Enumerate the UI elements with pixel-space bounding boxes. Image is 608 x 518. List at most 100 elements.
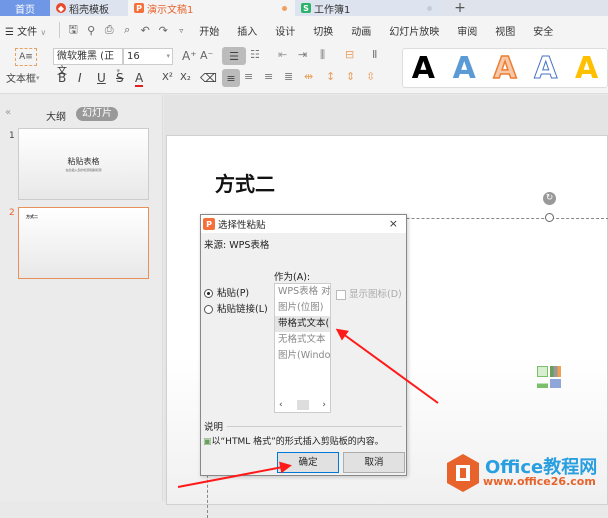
slide-title[interactable]: 方式二 <box>215 168 275 197</box>
align-center-icon[interactable]: ≡ <box>244 70 253 83</box>
tab-workbook[interactable]: S 工作簿1 <box>295 0 440 16</box>
decrease-font-icon[interactable]: A⁻ <box>200 49 213 62</box>
superscript-icon: X² <box>162 72 173 83</box>
content-placeholder-icons <box>537 366 561 388</box>
text-orientation-icon[interactable]: Ⅱ <box>372 48 377 61</box>
wordart-style-3[interactable]: A <box>493 50 518 87</box>
wordart-style-4[interactable]: A <box>534 50 558 86</box>
wordart-style-1[interactable]: A <box>412 51 435 86</box>
slide-thumbnail-2[interactable]: 方式二 <box>18 207 149 279</box>
strikethrough-button[interactable]: S <box>116 71 124 85</box>
menu-review[interactable]: 审阅 <box>448 23 486 38</box>
dialog-titlebar[interactable]: P 选择性粘贴 × <box>201 215 406 233</box>
file-menu[interactable]: ☰ 文件 ∨ <box>0 23 55 38</box>
divider <box>59 22 61 38</box>
menu-design[interactable]: 设计 <box>266 23 304 38</box>
tab-outline[interactable]: 大纲 <box>46 108 66 123</box>
numbered-list-icon[interactable]: ☷ <box>250 48 260 61</box>
paste-as-label: 作为(A): <box>274 272 311 283</box>
subscript-button[interactable]: X₂ <box>180 72 191 83</box>
menu-bar: ☰ 文件 ∨ 🖫 ⚲ ⎙ ⌕ ↶ ↷ ▿ 开始 插入 设计 切换 动画 幻灯片放… <box>0 16 608 44</box>
new-tab-button[interactable]: + <box>440 0 480 16</box>
resize-handle[interactable] <box>545 213 554 222</box>
radio-button[interactable] <box>204 305 213 314</box>
tab-docer[interactable]: ◆ 稻壳模板 <box>50 0 128 16</box>
collapse-panel-icon[interactable]: « <box>5 107 11 118</box>
menu-home[interactable]: 开始 <box>190 23 228 38</box>
tab-presentation[interactable]: P 演示文稿1 <box>128 0 295 16</box>
list-item[interactable]: WPS表格 对 <box>275 284 330 300</box>
bold-button[interactable]: B <box>58 71 66 85</box>
horizontal-scrollbar[interactable]: ‹ › <box>275 398 330 412</box>
customize-quick-access-icon[interactable]: ▿ <box>172 26 190 35</box>
align-left-icon[interactable]: ≡ <box>222 69 240 87</box>
scroll-left-icon[interactable]: ‹ <box>279 400 283 410</box>
align-text-icon[interactable]: ⊟ <box>345 48 354 61</box>
text-direction-icon[interactable]: ⫼ <box>320 48 325 62</box>
scroll-thumb[interactable] <box>296 400 309 410</box>
menu-slideshow[interactable]: 幻灯片放映 <box>380 23 448 38</box>
radio-button[interactable] <box>204 289 213 298</box>
list-item[interactable]: 图片(Windov <box>275 348 330 364</box>
print-icon[interactable]: ⎙ <box>100 23 118 37</box>
italic-button[interactable]: I <box>78 71 82 85</box>
show-icon-checkbox[interactable]: 显示图标(D) <box>336 286 402 300</box>
line-spacing-icon[interactable]: ↕ <box>326 70 335 83</box>
insert-media-icon[interactable] <box>550 379 561 388</box>
decrease-indent-icon[interactable]: ⇤ <box>278 48 287 61</box>
menu-transitions[interactable]: 切换 <box>304 23 342 38</box>
menu-view[interactable]: 视图 <box>486 23 524 38</box>
distribute-icon[interactable]: ⇹ <box>304 70 313 83</box>
ok-button[interactable]: 确定 <box>277 452 339 473</box>
tab-slides[interactable]: 幻灯片 <box>76 107 118 121</box>
radio-paste-link[interactable]: 粘贴链接(L) <box>204 301 268 315</box>
tab-dot-icon <box>427 6 432 11</box>
increase-indent-icon[interactable]: ⇥ <box>298 48 307 61</box>
radio-paste-link-label: 粘贴链接(L) <box>217 304 268 315</box>
wordart-style-5[interactable]: A <box>575 51 598 86</box>
paragraph-spacing-icon[interactable]: ⇳ <box>366 70 375 83</box>
insert-table-icon[interactable] <box>537 366 548 377</box>
slide-thumbnail-1[interactable]: 粘贴表格 在此插入您的标题和副标题 <box>18 128 149 200</box>
underline-button[interactable]: U <box>97 71 106 85</box>
superscript-button[interactable]: X² <box>162 72 173 83</box>
thumb-subtitle: 在此插入您的标题和副标题 <box>65 168 102 172</box>
radio-paste-label: 粘贴(P) <box>217 288 250 299</box>
font-color-button[interactable]: A <box>135 71 144 87</box>
redo-icon[interactable]: ↷ <box>154 24 172 37</box>
menu-animations[interactable]: 动画 <box>342 23 380 38</box>
wordart-style-2[interactable]: A <box>453 51 476 86</box>
paste-as-listbox[interactable]: WPS表格 对 图片(位图) 带格式文本(H 无格式文本 图片(Windov ‹… <box>274 283 331 413</box>
description-text-row: ▣以“HTML 格式”的形式插入剪贴板的内容。 <box>203 434 384 447</box>
align-right-icon[interactable]: ≡ <box>264 70 273 83</box>
bold-icon: B <box>58 71 67 85</box>
undo-icon[interactable]: ↶ <box>136 24 154 37</box>
insert-chart-icon[interactable] <box>550 366 561 377</box>
menu-security[interactable]: 安全 <box>524 23 562 38</box>
tab-docer-label: 稻壳模板 <box>69 4 109 16</box>
textbox-icon[interactable]: A≡ <box>15 48 37 66</box>
paragraph-spacing-before-icon[interactable]: ⇕ <box>346 70 355 83</box>
menu-insert[interactable]: 插入 <box>228 23 266 38</box>
list-item-selected[interactable]: 带格式文本(H <box>275 316 330 332</box>
save-icon[interactable]: 🖫 <box>64 21 82 40</box>
format-painter-icon[interactable]: ⚲ <box>82 24 100 37</box>
tab-home[interactable]: 首页 <box>0 0 50 16</box>
cancel-button[interactable]: 取消 <box>343 452 405 473</box>
insert-picture-icon[interactable] <box>537 379 548 388</box>
list-item[interactable]: 图片(位图) <box>275 300 330 316</box>
justify-icon[interactable]: ≣ <box>284 70 293 83</box>
font-size-field[interactable]: 16 ▾ <box>123 48 173 65</box>
list-item[interactable]: 无格式文本 <box>275 332 330 348</box>
close-icon[interactable]: × <box>389 217 398 230</box>
textbox-button[interactable]: 文本框 ▾ <box>6 70 40 86</box>
bullet-list-icon[interactable]: ☰ <box>222 47 246 65</box>
radio-paste[interactable]: 粘贴(P) <box>204 285 249 299</box>
rotate-handle-icon[interactable]: ↻ <box>543 192 556 205</box>
scroll-right-icon[interactable]: › <box>322 400 326 410</box>
checkbox[interactable] <box>336 289 346 300</box>
increase-font-icon[interactable]: A⁺ <box>182 49 197 63</box>
clear-format-icon[interactable]: ⌫ <box>200 71 217 85</box>
print-preview-icon[interactable]: ⌕ <box>118 23 136 37</box>
font-name-field[interactable]: 微软雅黑 (正文 ▾ <box>53 48 123 77</box>
